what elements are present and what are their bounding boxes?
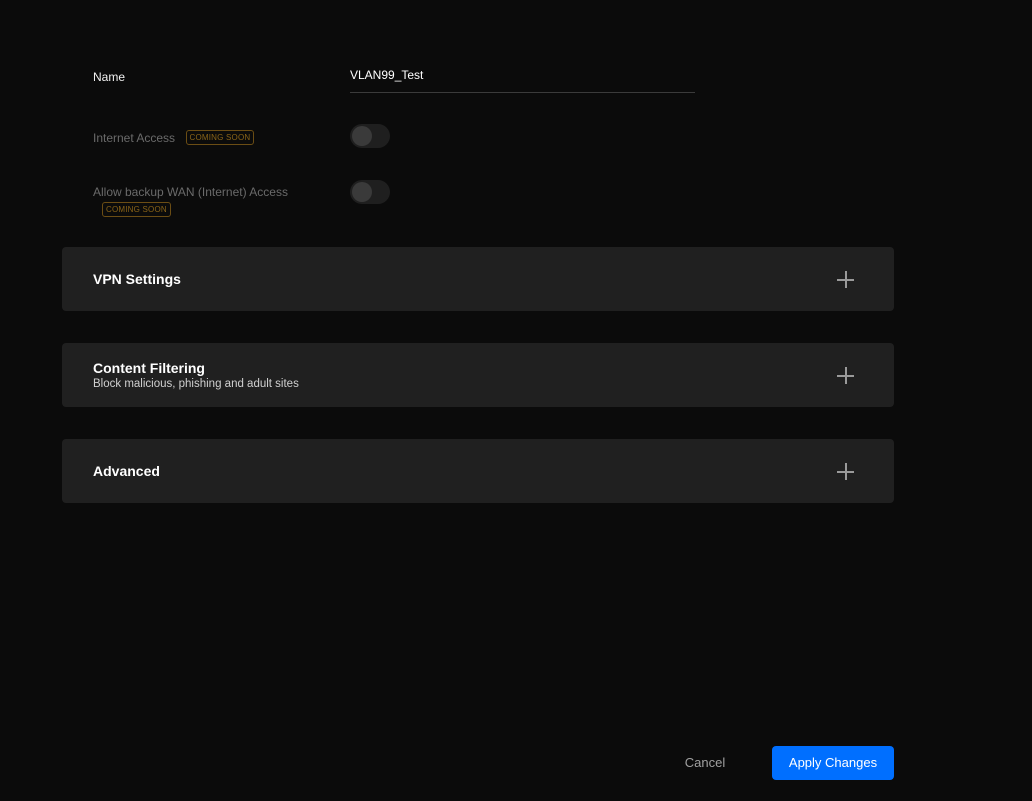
vpn-settings-panel[interactable]: VPN Settings <box>62 247 894 311</box>
internet-access-row: Internet Access COMING SOON <box>93 129 255 147</box>
internet-access-toggle[interactable] <box>350 124 390 148</box>
backup-wan-badge-line: COMING SOON <box>93 201 288 219</box>
content-filtering-subtitle: Block malicious, phishing and adult site… <box>93 378 299 390</box>
content-filtering-panel[interactable]: Content Filtering Block malicious, phish… <box>62 343 894 407</box>
apply-changes-button[interactable]: Apply Changes <box>772 746 894 780</box>
toggle-knob <box>352 126 372 146</box>
backup-wan-row: Allow backup WAN (Internet) Access COMIN… <box>93 185 288 219</box>
plus-icon[interactable] <box>837 367 854 384</box>
plus-icon[interactable] <box>837 271 854 288</box>
backup-wan-toggle[interactable] <box>350 180 390 204</box>
coming-soon-badge: COMING SOON <box>102 202 171 218</box>
name-field <box>350 62 695 93</box>
vpn-settings-title: VPN Settings <box>93 271 181 287</box>
plus-icon[interactable] <box>837 463 854 480</box>
name-label: Name <box>93 70 126 84</box>
backup-wan-label: Allow backup WAN (Internet) Access <box>93 185 288 199</box>
content-filtering-title: Content Filtering <box>93 360 205 376</box>
advanced-title: Advanced <box>93 463 160 479</box>
advanced-panel[interactable]: Advanced <box>62 439 894 503</box>
coming-soon-badge: COMING SOON <box>185 130 255 146</box>
network-settings-page: Name Internet Access COMING SOON Allow b… <box>0 0 1032 801</box>
cancel-button[interactable]: Cancel <box>670 747 740 779</box>
name-row: Name <box>93 68 125 86</box>
internet-access-label: Internet Access <box>93 131 176 145</box>
name-input[interactable] <box>350 62 695 88</box>
toggle-knob <box>352 182 372 202</box>
